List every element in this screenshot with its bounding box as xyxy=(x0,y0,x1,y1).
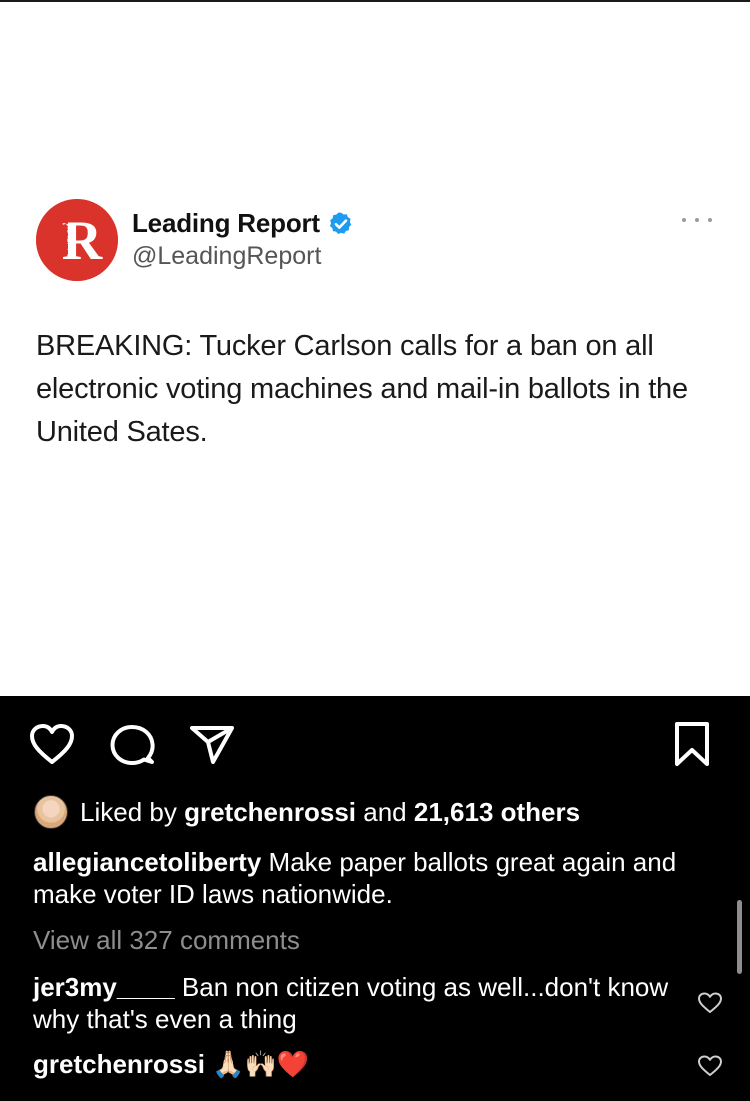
comment-like-heart-icon[interactable] xyxy=(697,1054,723,1078)
comment-like-heart-icon[interactable] xyxy=(697,991,723,1015)
comment-username[interactable]: jer3my____ xyxy=(33,972,175,1002)
instagram-post: R LEADING Leading Report @LeadingReport … xyxy=(0,0,750,1101)
scrollbar[interactable] xyxy=(737,900,742,974)
likes-row[interactable]: Liked by gretchenrossi and 21,613 others xyxy=(34,794,580,830)
likes-user[interactable]: gretchenrossi xyxy=(184,797,356,827)
comment-bubble-icon[interactable] xyxy=(108,722,156,768)
comment: jer3my____ Ban non citizen voting as wel… xyxy=(33,971,673,1035)
tweet-avatar: R LEADING xyxy=(36,199,118,281)
tweet-name-row: Leading Report xyxy=(132,208,354,239)
likes-conjunction: and xyxy=(363,796,407,827)
caption-username[interactable]: allegiancetoliberty xyxy=(33,847,261,877)
comment-text: 🙏🏻🙌🏻❤️ xyxy=(212,1050,310,1080)
likes-others[interactable]: 21,613 others xyxy=(414,797,580,827)
more-dots-icon xyxy=(682,210,712,230)
comment-username[interactable]: gretchenrossi xyxy=(33,1049,205,1079)
tweet-avatar-side-text: LEADING xyxy=(60,215,70,256)
comment: gretchenrossi 🙏🏻🙌🏻❤️ xyxy=(33,1048,673,1081)
likes-prefix: Liked by xyxy=(80,796,177,827)
verified-badge-icon xyxy=(329,212,352,234)
tweet-text: BREAKING: Tucker Carlson calls for a ban… xyxy=(36,330,688,448)
post-image[interactable]: R LEADING Leading Report @LeadingReport … xyxy=(0,0,750,696)
view-all-comments-link[interactable]: View all 327 comments xyxy=(33,924,300,956)
tweet-handle: @LeadingReport xyxy=(132,242,322,270)
paper-plane-icon[interactable] xyxy=(188,722,236,766)
caption: allegiancetoliberty Make paper ballots g… xyxy=(33,846,713,910)
bookmark-icon[interactable] xyxy=(670,720,714,768)
heart-icon[interactable] xyxy=(28,722,76,766)
liker-avatar[interactable] xyxy=(34,795,68,829)
tweet-author-name: Leading Report xyxy=(132,208,320,238)
